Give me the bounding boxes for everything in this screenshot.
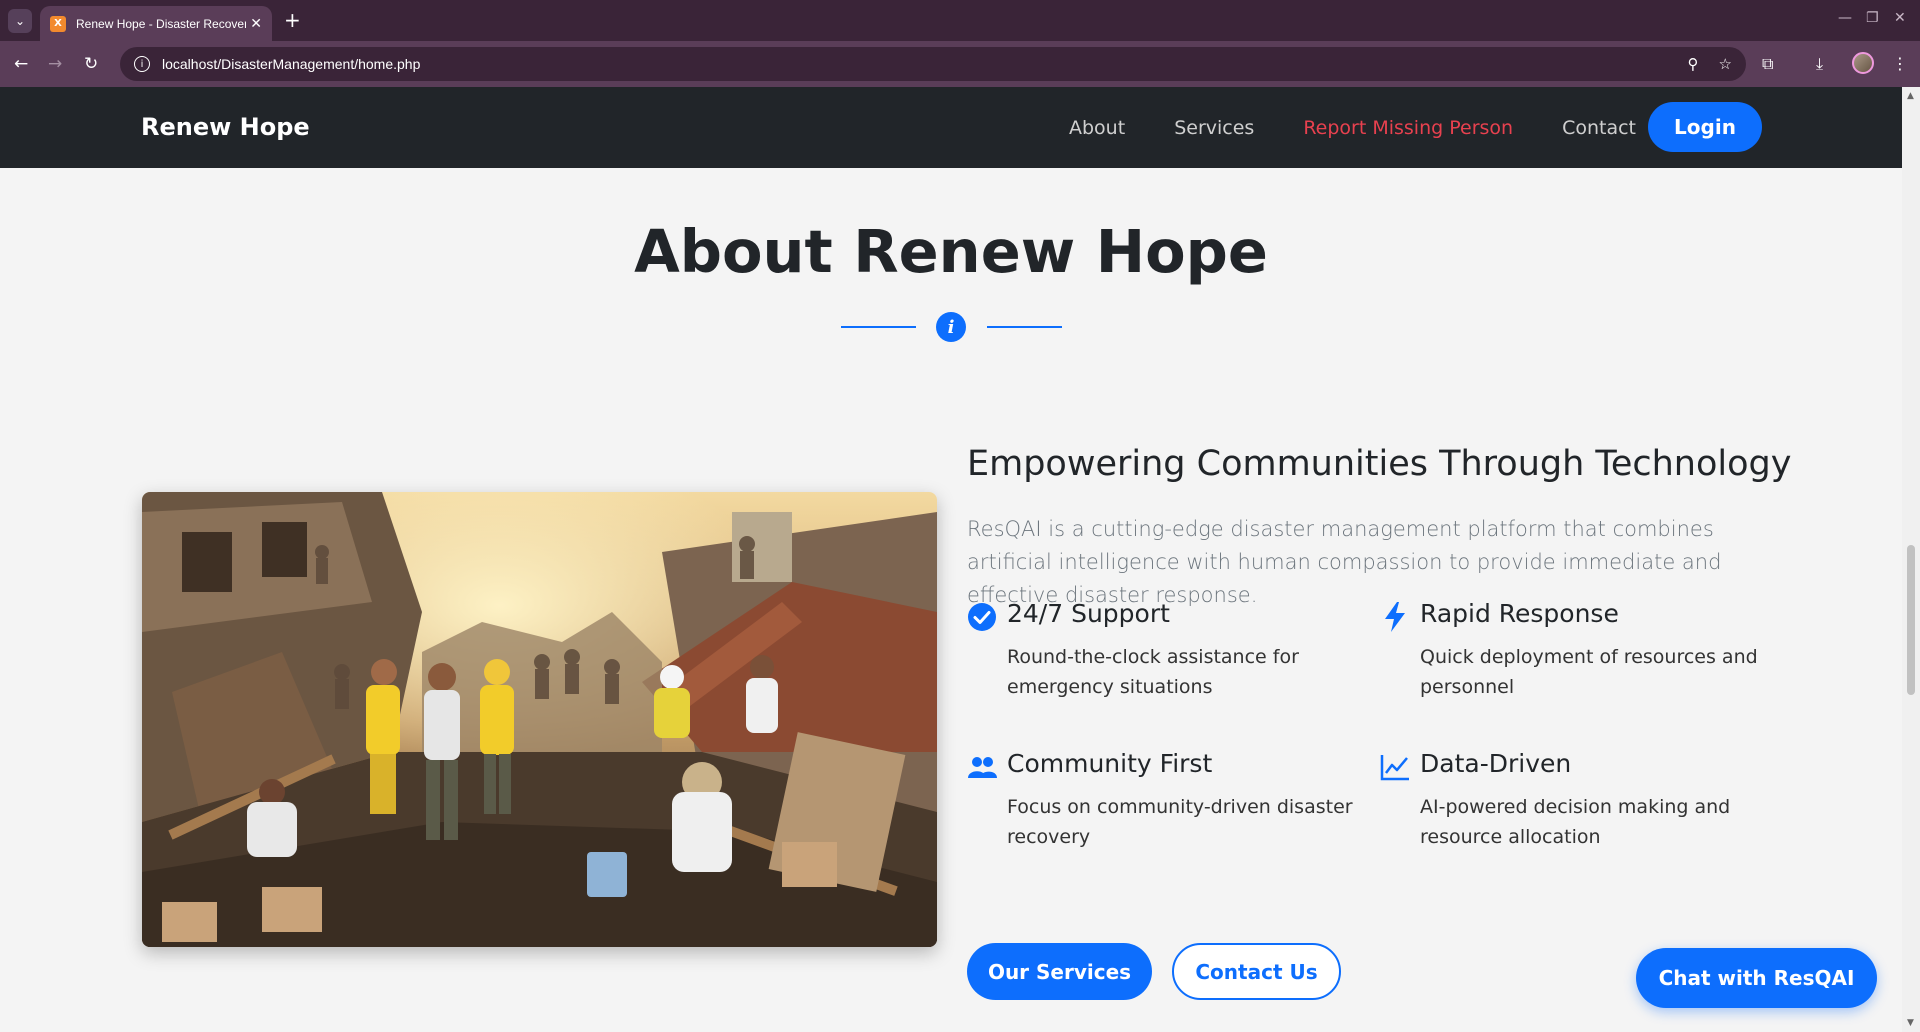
download-icon[interactable]: ⤓ (1816, 54, 1823, 74)
feature-rapid-response: Rapid Response Quick deployment of resou… (1380, 599, 1770, 698)
page-scrollbar[interactable]: ▲ ▼ (1902, 87, 1920, 1032)
nav-link-report-missing-person[interactable]: Report Missing Person (1303, 117, 1513, 139)
scrollbar-thumb[interactable] (1907, 545, 1915, 695)
feature-text: Round-the-clock assistance for emergency… (1007, 646, 1299, 698)
feature-title: Community First (1007, 749, 1213, 778)
restore-icon[interactable]: ❐ (1866, 10, 1879, 26)
feature-title: Rapid Response (1420, 599, 1619, 628)
feature-text: Quick deployment of resources and person… (1420, 646, 1758, 698)
minimize-icon[interactable]: — (1838, 10, 1852, 26)
zoom-icon[interactable]: ⚲ (1688, 55, 1699, 73)
feature-text: Focus on community-driven disaster recov… (1007, 796, 1353, 848)
favicon-icon: X (50, 15, 66, 32)
feature-data-driven: Data-Driven AI-powered decision making a… (1380, 749, 1770, 848)
reload-icon[interactable]: ↻ (84, 54, 98, 74)
back-icon[interactable]: ← (14, 54, 28, 74)
site-info-icon[interactable]: i (134, 56, 150, 72)
browser-toolbar: ← → ↻ i localhost/DisasterManagement/hom… (0, 41, 1920, 87)
feature-text: AI-powered decision making and resource … (1420, 796, 1731, 848)
nav-link-services[interactable]: Services (1174, 117, 1254, 139)
site-navbar: Renew Hope About Services Report Missing… (0, 87, 1902, 168)
nav-link-about[interactable]: About (1069, 117, 1125, 139)
bookmark-star-icon[interactable]: ☆ (1719, 55, 1732, 73)
close-tab-icon[interactable]: ✕ (250, 16, 262, 32)
menu-kebab-icon[interactable]: ⋮ (1892, 54, 1908, 73)
users-icon (967, 752, 997, 782)
feature-title: Data-Driven (1420, 749, 1572, 778)
tab-list-button[interactable]: ⌄ (8, 9, 32, 33)
disaster-relief-image (142, 492, 937, 947)
check-circle-icon (967, 602, 997, 632)
page-viewport: Renew Hope About Services Report Missing… (0, 87, 1902, 1032)
scroll-up-icon[interactable]: ▲ (1907, 91, 1914, 101)
feature-support: 24/7 Support Round-the-clock assistance … (967, 599, 1357, 698)
contact-us-button[interactable]: Contact Us (1172, 943, 1341, 1000)
bolt-icon (1380, 602, 1410, 632)
profile-avatar[interactable] (1852, 52, 1874, 74)
section-title: About Renew Hope (634, 217, 1268, 286)
browser-tab-bar: ⌄ X Renew Hope - Disaster Recovery ✕ + —… (0, 0, 1920, 41)
chat-with-resqai-button[interactable]: Chat with ResQAI (1636, 948, 1877, 1008)
url-text: localhost/DisasterManagement/home.php (162, 56, 421, 72)
feature-community-first: Community First Focus on community-drive… (967, 749, 1357, 848)
feature-title: 24/7 Support (1007, 599, 1170, 628)
extensions-icon[interactable]: ⧉ (1762, 54, 1773, 74)
login-button[interactable]: Login (1648, 102, 1762, 152)
our-services-button[interactable]: Our Services (967, 943, 1152, 1000)
tab-title: Renew Hope - Disaster Recovery (76, 16, 246, 31)
new-tab-button[interactable]: + (284, 10, 301, 30)
about-description: ResQAI is a cutting-edge disaster manage… (967, 517, 1722, 607)
chart-line-icon (1380, 752, 1410, 782)
about-subtitle: Empowering Communities Through Technolog… (967, 444, 1792, 484)
divider-line-left (841, 326, 916, 328)
info-icon: i (936, 312, 966, 342)
forward-icon[interactable]: → (48, 54, 62, 74)
scroll-down-icon[interactable]: ▼ (1907, 1018, 1914, 1028)
divider-line-right (987, 326, 1062, 328)
browser-tab[interactable]: X Renew Hope - Disaster Recovery ✕ (40, 6, 272, 41)
nav-link-contact[interactable]: Contact (1562, 117, 1636, 139)
brand-logo[interactable]: Renew Hope (141, 113, 310, 141)
address-bar[interactable]: i localhost/DisasterManagement/home.php … (120, 47, 1746, 81)
close-window-icon[interactable]: ✕ (1894, 10, 1906, 26)
